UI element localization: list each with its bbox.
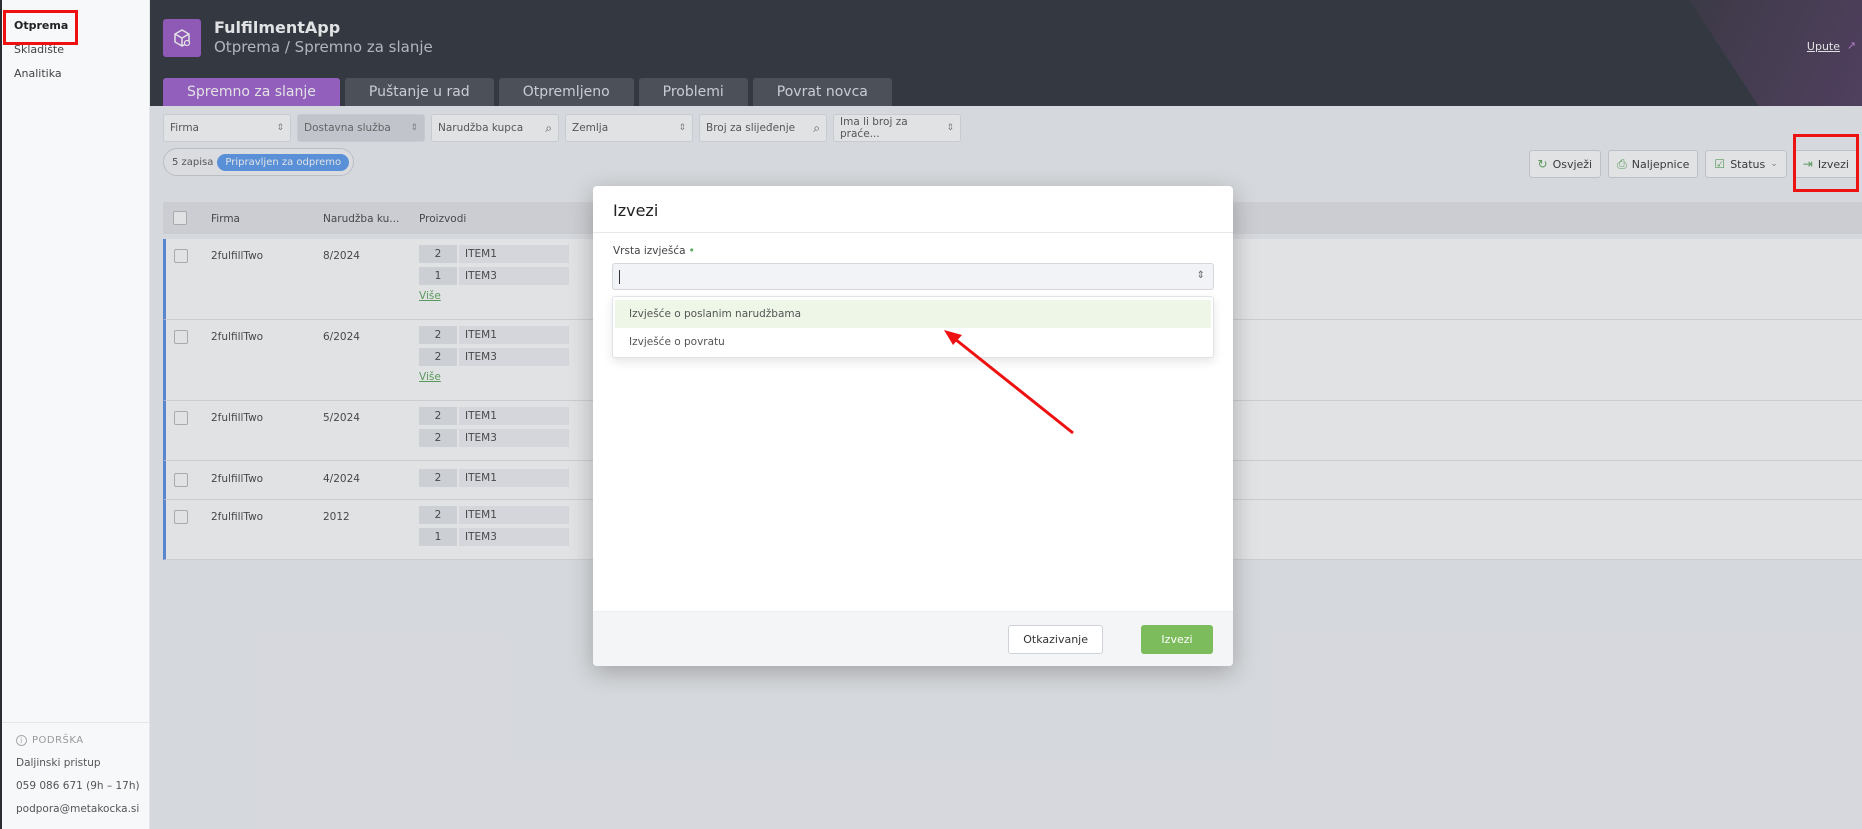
annotation-arrow-icon <box>944 330 1074 435</box>
